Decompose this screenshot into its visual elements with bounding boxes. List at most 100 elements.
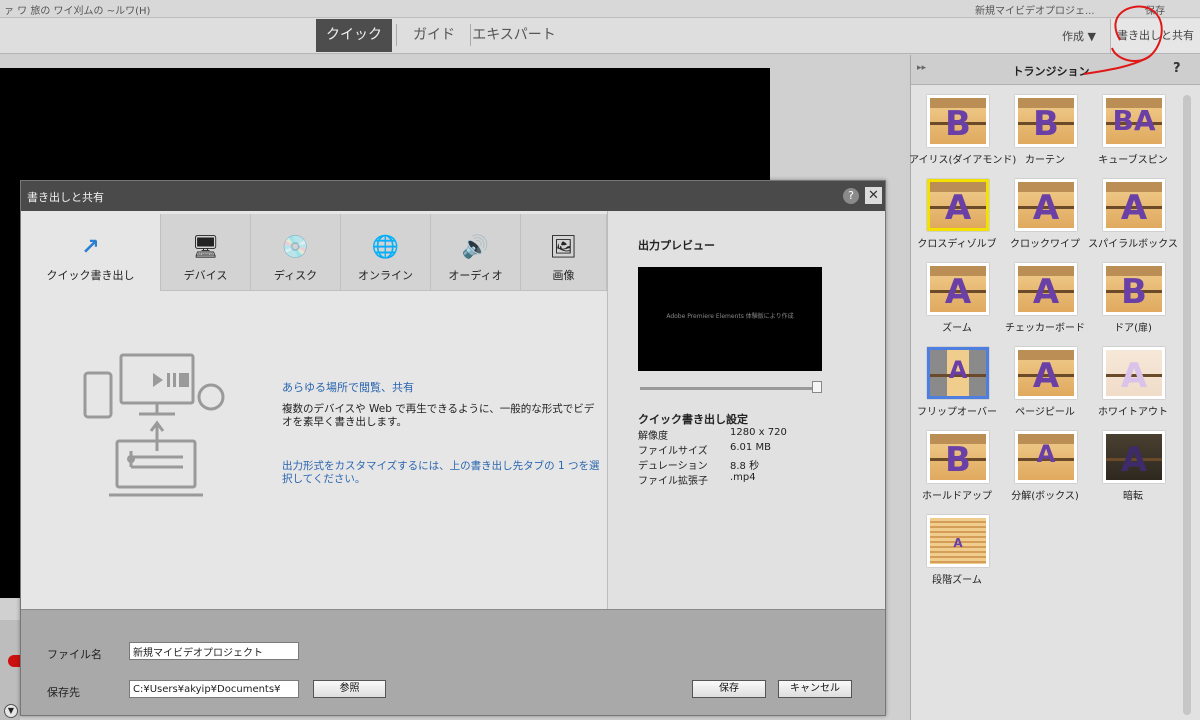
- tab-image[interactable]: 🖼 画像: [521, 214, 607, 291]
- transition-glyph: A: [1036, 440, 1056, 468]
- transition-glyph: B: [1033, 104, 1059, 144]
- transition-label: フリップオーバー: [917, 407, 997, 418]
- help-icon[interactable]: ?: [1173, 61, 1181, 76]
- transition-thumbnail: A: [927, 179, 989, 231]
- transition-item[interactable]: B アイリス(ダイアモンド): [909, 95, 1016, 177]
- transition-thumbnail: A: [1015, 347, 1077, 399]
- preview-video: Adobe Premiere Elements 体験版により作成: [638, 267, 822, 371]
- customize-hint: 出力形式をカスタマイズするには、上の書き出し先タブの 1 つを選択してください。: [282, 460, 600, 485]
- transition-item[interactable]: B ホールドアップ: [915, 431, 999, 513]
- cancel-button[interactable]: キャンセル: [778, 680, 852, 698]
- transition-item[interactable]: A 段階ズーム: [915, 515, 999, 597]
- transition-thumbnail: BA: [1103, 95, 1165, 147]
- transitions-panel: ▸▸ トランジション ? B アイリス(ダイアモンド) B カーテン BA キューブス…: [909, 55, 1200, 720]
- transition-label: アイリス(ダイアモンド): [909, 155, 1017, 166]
- devices-icon: 🖥: [191, 235, 220, 260]
- tab-label: 画像: [552, 269, 575, 282]
- transition-label: 段階ズーム: [932, 575, 982, 586]
- window-menu[interactable]: 保存: [1145, 2, 1165, 17]
- transition-item[interactable]: BA キューブスピン: [1091, 95, 1175, 177]
- output-preview-panel: 出力プレビュー Adobe Premiere Elements 体験版により作成…: [607, 211, 885, 609]
- caret-down-icon: ▼: [1087, 30, 1096, 43]
- transition-item[interactable]: A チェッカーボード: [1003, 263, 1087, 345]
- setting-label: デュレーション: [638, 461, 708, 472]
- preview-scrubber[interactable]: [640, 387, 820, 390]
- transition-label: キューブスピン: [1098, 155, 1168, 166]
- transition-thumbnail: B: [927, 95, 989, 147]
- filename-field[interactable]: [129, 642, 299, 660]
- setting-label: ファイルサイズ: [638, 446, 708, 457]
- tab-devices[interactable]: 🖥 デバイス: [161, 214, 251, 291]
- transition-item[interactable]: A ホワイトアウト: [1091, 347, 1175, 429]
- tab-audio[interactable]: 🔊 オーディオ: [431, 214, 521, 291]
- transition-glyph: A: [944, 188, 972, 228]
- dialog-titlebar[interactable]: 書き出しと共有 ? ✕: [21, 181, 885, 211]
- transition-glyph: A: [1120, 356, 1148, 396]
- mode-divider: [470, 24, 471, 46]
- transition-label: 分解(ボックス): [1011, 491, 1079, 502]
- transition-item[interactable]: A 分解(ボックス): [1003, 431, 1087, 513]
- transition-glyph: BA: [1112, 104, 1156, 137]
- tab-quick-export[interactable]: ↗ クイック書き出し: [21, 214, 161, 291]
- panel-header: ▸▸ トランジション ?: [911, 55, 1200, 85]
- transition-item[interactable]: A クロスディゾルブ: [915, 179, 999, 261]
- disc-icon: 💿: [281, 235, 310, 260]
- export-share-dialog: 書き出しと共有 ? ✕ ↗ クイック書き出し 🖥 デバイス 💿 ディスク 🌐 オ…: [20, 180, 886, 716]
- transition-item[interactable]: A 暗転: [1091, 431, 1175, 513]
- filename-label: ファイル名: [47, 648, 102, 661]
- transition-item[interactable]: A スパイラルボックス: [1088, 179, 1178, 261]
- scrubber-handle[interactable]: [812, 381, 822, 393]
- export-share-button[interactable]: 書き出しと共有: [1110, 19, 1200, 53]
- tab-label: オーディオ: [448, 269, 503, 282]
- preview-watermark: Adobe Premiere Elements 体験版により作成: [666, 313, 794, 320]
- transition-item[interactable]: A ズーム: [915, 263, 999, 345]
- transition-glyph: A: [944, 272, 972, 312]
- transition-glyph: B: [945, 104, 971, 144]
- tab-label: クイック書き出し: [46, 269, 135, 282]
- transition-thumbnail: B: [927, 431, 989, 483]
- project-name: 新規マイビデオプロジェ...: [975, 6, 1095, 17]
- transition-label: スパイラルボックス: [1088, 239, 1178, 250]
- mode-tab-guided[interactable]: ガイド: [400, 19, 468, 52]
- menu-bar[interactable]: ァ ワ 旅の ワイ刈ムの ~ルワ(H): [4, 2, 150, 17]
- share-devices-illustration: [83, 353, 225, 497]
- quick-export-content: あらゆる場所で閲覧、共有 複数のデバイスや Web で再生できるように、一般的な…: [21, 291, 607, 609]
- transition-item[interactable]: A クロックワイプ: [1003, 179, 1087, 261]
- transition-thumbnail: A: [1015, 179, 1077, 231]
- setting-value: 1280 x 720: [730, 427, 787, 438]
- transition-label: ズーム: [942, 323, 972, 334]
- setting-value: 6.01 MB: [730, 442, 771, 453]
- quick-export-icon: ↗: [81, 235, 100, 260]
- tab-disc[interactable]: 💿 ディスク: [251, 214, 341, 291]
- browse-button[interactable]: 参照: [313, 680, 386, 698]
- transition-thumbnail: A: [927, 263, 989, 315]
- transition-label: ページピール: [1015, 407, 1075, 418]
- transition-glyph: A: [1032, 356, 1060, 396]
- mode-bar: クイック ガイド エキスパート 作成 ▼ 書き出しと共有: [0, 18, 1200, 54]
- transition-thumbnail: A: [927, 347, 989, 399]
- transition-item[interactable]: A フリップオーバー: [915, 347, 999, 429]
- transition-glyph: A: [1032, 272, 1060, 312]
- share-description: 複数のデバイスや Web で再生できるように、一般的な形式でビデオを素早く書き出…: [282, 403, 595, 428]
- transition-item[interactable]: B ドア(扉): [1091, 263, 1175, 345]
- transition-item[interactable]: A ページピール: [1003, 347, 1087, 429]
- transition-item[interactable]: B カーテン: [1003, 95, 1087, 177]
- mode-tab-quick[interactable]: クイック: [316, 19, 392, 52]
- tab-online[interactable]: 🌐 オンライン: [341, 214, 431, 291]
- save-button[interactable]: 保存: [692, 680, 766, 698]
- close-icon[interactable]: ✕: [865, 187, 882, 204]
- save-location-field[interactable]: [129, 680, 299, 698]
- create-menu-button[interactable]: 作成 ▼: [1062, 28, 1096, 44]
- playhead-marker[interactable]: [8, 655, 20, 667]
- chevron-down-icon[interactable]: ▼: [4, 704, 18, 718]
- save-location-label: 保存先: [47, 686, 80, 699]
- transition-thumbnail: A: [1103, 179, 1165, 231]
- setting-label: ファイル拡張子: [638, 476, 708, 487]
- panel-title: トランジション: [1012, 65, 1090, 78]
- transition-glyph: A: [948, 356, 968, 384]
- transition-thumbnail: A: [1015, 263, 1077, 315]
- transition-glyph: B: [945, 440, 971, 480]
- panel-scrollbar[interactable]: [1183, 95, 1191, 715]
- mode-tab-expert[interactable]: エキスパート: [472, 19, 556, 52]
- help-icon[interactable]: ?: [843, 188, 859, 204]
